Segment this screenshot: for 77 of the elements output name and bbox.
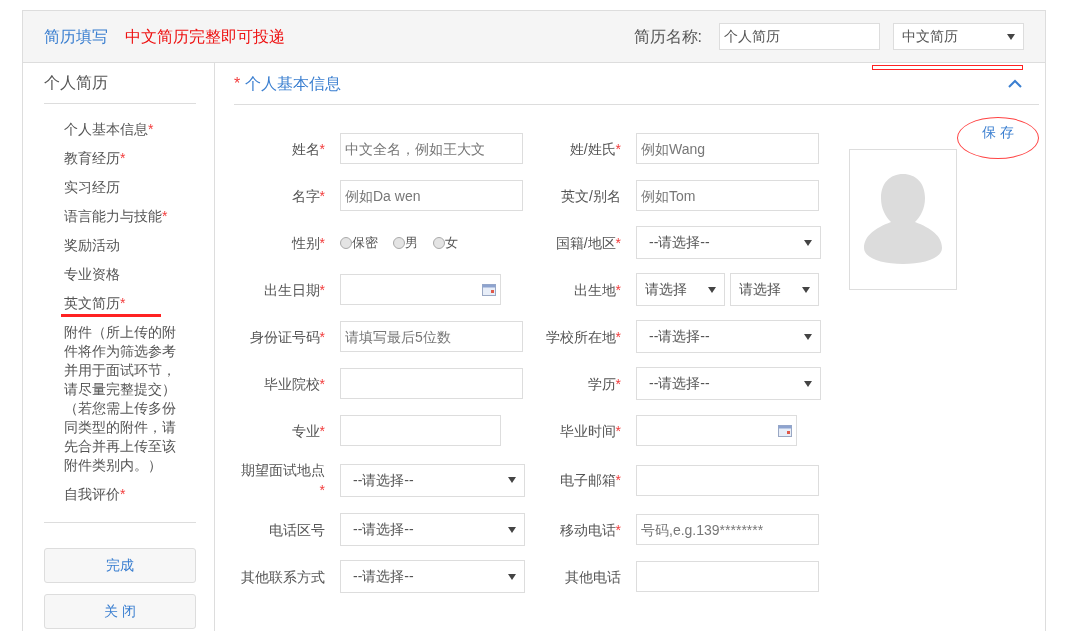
radio-button[interactable]	[433, 236, 445, 249]
field-label: 出生日期*	[262, 280, 325, 300]
radio-label: 女	[445, 233, 458, 252]
radio-label: 男	[405, 233, 418, 252]
field-label: 英文/别名	[560, 186, 621, 206]
sidebar-item[interactable]: 实习经历	[64, 178, 186, 197]
section-title: * 个人基本信息	[234, 73, 341, 94]
calendar-icon	[482, 283, 496, 296]
sidebar-item[interactable]: 英文简历*	[64, 294, 186, 313]
field-label: 毕业时间*	[558, 421, 621, 441]
sidebar-button[interactable]: 完成	[44, 548, 196, 583]
date-field[interactable]	[636, 415, 797, 446]
field-label: 姓名*	[290, 139, 325, 159]
field-label: 性别*	[290, 233, 325, 253]
caret-icon	[508, 526, 516, 533]
input-field[interactable]: 例如Tom	[636, 180, 819, 211]
caret-icon	[804, 333, 812, 340]
field-label: 学历*	[586, 374, 621, 394]
select-field[interactable]: --请选择--	[636, 320, 821, 353]
sidebar-item[interactable]: 自我评价*	[64, 485, 186, 504]
caret-icon	[804, 239, 812, 246]
radio-button[interactable]	[393, 236, 405, 249]
date-field[interactable]	[340, 415, 501, 446]
chevron-up-icon[interactable]	[1008, 79, 1022, 88]
radio-button[interactable]	[340, 236, 352, 249]
caret-icon	[508, 477, 516, 483]
select-field[interactable]: --请选择--	[340, 560, 525, 593]
input-field[interactable]: 例如Wang	[636, 133, 819, 164]
field-label: 其他电话	[564, 567, 621, 587]
sidebar-item[interactable]: 附件（所上传的附件将作为筛选参考并用于面试环节，请尽量完整提交）（若您需上传多份同类型的附件，请先合并再上传至该附件类别内。）	[64, 323, 186, 475]
radio-label: 保密	[352, 233, 378, 252]
field-label: 其他联系方式	[240, 567, 325, 587]
caret-icon	[708, 286, 716, 293]
notice-text: 中文简历完整即可投递	[125, 26, 285, 47]
select-field[interactable]: 请选择	[636, 273, 725, 306]
input-field[interactable]: 中文全名，例如王大文	[340, 133, 523, 164]
caret-icon	[802, 286, 810, 293]
field-label: 学校所在地*	[544, 327, 621, 347]
sidebar-title: 个人简历	[44, 63, 196, 104]
field-label: 出生地*	[572, 280, 621, 300]
field-label: 毕业院校*	[262, 374, 325, 394]
select-field[interactable]: 请选择	[730, 273, 819, 306]
select-field[interactable]: --请选择--	[340, 463, 525, 497]
field-label: 移动电话*	[558, 520, 621, 540]
select-field[interactable]: --请选择--	[636, 226, 821, 259]
calendar-icon	[778, 424, 792, 437]
save-button[interactable]: 保 存	[982, 122, 1014, 142]
caret-icon	[508, 573, 516, 580]
field-label: 电话区号	[268, 520, 325, 540]
field-label: 期望面试地点 *	[240, 461, 325, 500]
field-label: 姓/姓氏*	[568, 139, 621, 159]
resume-name-label: 简历名称:	[633, 26, 702, 47]
sidebar-item[interactable]: 专业资格	[64, 265, 186, 284]
caret-icon	[1007, 33, 1015, 40]
caret-icon	[804, 380, 812, 387]
field-label: 电子邮箱*	[558, 471, 621, 490]
input-field[interactable]: 号码,e.g.139********	[636, 514, 819, 545]
sidebar-item[interactable]: 语言能力与技能*	[64, 207, 186, 226]
date-field[interactable]	[340, 274, 501, 305]
input-field[interactable]	[636, 561, 819, 592]
resume-name-field[interactable]: 个人简历	[719, 23, 880, 50]
page-title: 简历填写	[44, 26, 108, 47]
select-field[interactable]: --请选择--	[636, 367, 821, 400]
language-select[interactable]: 中文简历	[893, 23, 1024, 50]
sidebar-item[interactable]: 教育经历*	[64, 149, 186, 168]
field-label: 名字*	[290, 186, 325, 206]
select-field[interactable]: --请选择--	[340, 513, 525, 546]
sidebar-item[interactable]: 个人基本信息*	[64, 120, 186, 139]
sidebar-item[interactable]: 奖励活动	[64, 236, 186, 255]
input-field[interactable]	[636, 464, 819, 496]
field-label: 专业*	[290, 421, 325, 441]
input-field[interactable]	[340, 368, 523, 399]
input-field[interactable]: 例如Da wen	[340, 180, 523, 211]
sidebar-button[interactable]: 关 闭	[44, 594, 196, 629]
field-label: 身份证号码*	[248, 327, 325, 347]
input-field[interactable]: 请填写最后5位数	[340, 321, 523, 352]
field-label: 国籍/地区*	[554, 233, 621, 253]
